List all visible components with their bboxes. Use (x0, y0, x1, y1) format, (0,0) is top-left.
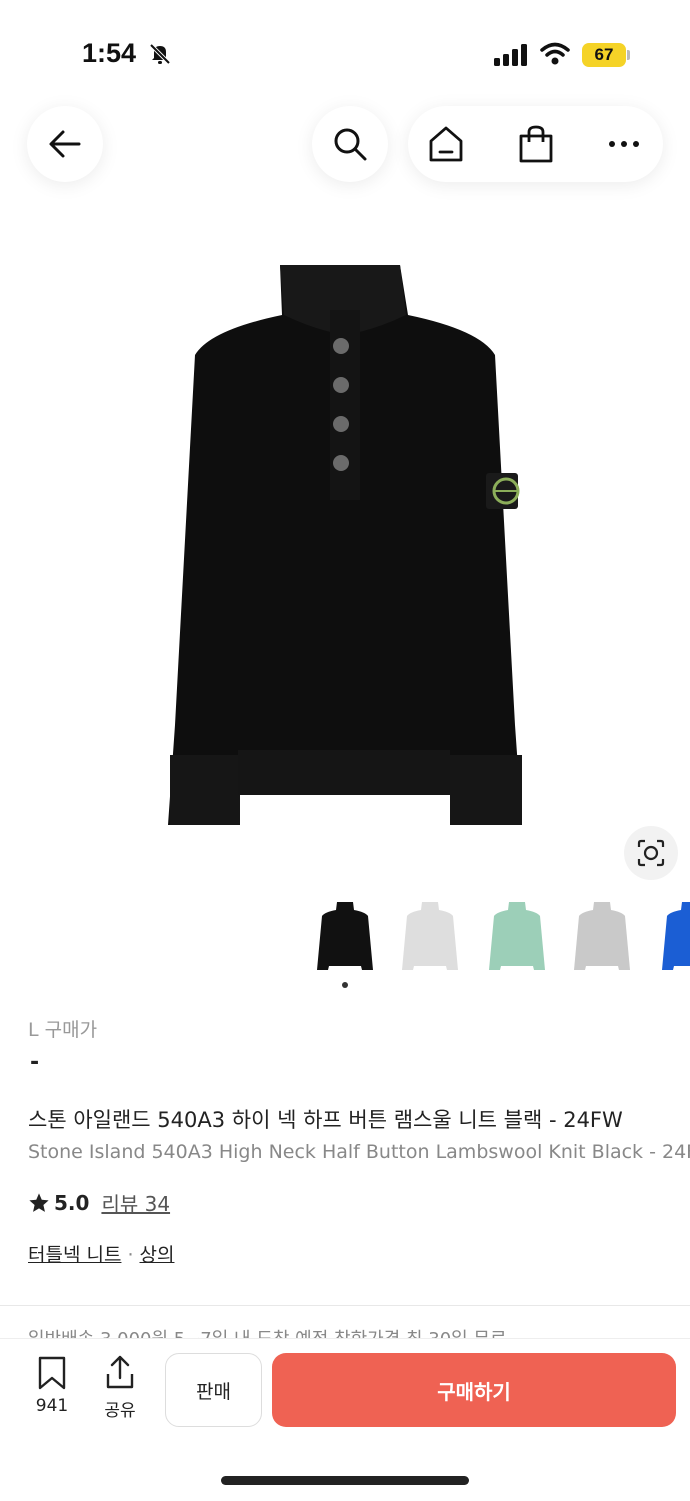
arrow-left-icon (49, 130, 81, 158)
thumbnail-5[interactable] (660, 898, 690, 974)
share-label: 공유 (104, 1401, 136, 1421)
shipping-info[interactable]: 일반배송 3,000원 5~7일 내 도착 예정 착한가격 최 30일 무료 (28, 1325, 668, 1339)
share-button[interactable]: 공유 (98, 1354, 142, 1421)
battery-cap (627, 50, 630, 60)
buy-button[interactable]: 구매하기 (272, 1353, 676, 1427)
bookmark-count: 941 (35, 1396, 69, 1416)
thumbnail-2[interactable] (400, 898, 460, 974)
home-indicator[interactable] (221, 1476, 469, 1485)
camera-search-icon (637, 839, 665, 867)
rating-row: 5.0 리뷰 34 (28, 1188, 170, 1217)
cart-button[interactable] (514, 122, 558, 166)
thumbnail-4[interactable] (572, 898, 632, 974)
search-icon (334, 128, 367, 161)
category-link-turtleneck[interactable]: 터틀넥 니트 (28, 1244, 121, 1266)
search-button[interactable] (312, 106, 388, 182)
more-icon (609, 141, 639, 147)
back-button[interactable] (27, 106, 103, 182)
category-link-top[interactable]: 상의 (140, 1244, 175, 1266)
star-icon (29, 1192, 49, 1212)
home-icon (429, 126, 463, 162)
rating-score: 5.0 (54, 1190, 90, 1215)
bell-muted-icon (149, 43, 171, 65)
more-button[interactable] (602, 122, 646, 166)
nav-actions-group (408, 106, 663, 182)
carousel-indicator-dot (342, 982, 348, 988)
thumbnail-3[interactable] (487, 898, 547, 974)
review-link[interactable]: 리뷰 34 (101, 1188, 170, 1217)
product-title-en: Stone Island 540A3 High Neck Half Button… (28, 1141, 690, 1163)
status-time: 1:54 (82, 38, 137, 68)
product-image[interactable] (150, 255, 540, 835)
bookmark-icon (38, 1356, 66, 1390)
battery-indicator: 67 (582, 43, 626, 67)
divider (0, 1305, 690, 1306)
image-search-button[interactable] (624, 826, 678, 880)
price-value: - (30, 1050, 40, 1075)
thumbnail-1[interactable] (315, 898, 375, 974)
cell-signal-icon (494, 44, 527, 66)
home-button[interactable] (424, 122, 468, 166)
share-icon (106, 1355, 134, 1389)
category-separator: · (127, 1244, 134, 1266)
sell-button[interactable]: 판매 (165, 1353, 262, 1427)
wifi-icon (540, 42, 570, 65)
bookmark-button[interactable]: 941 (30, 1356, 74, 1416)
category-breadcrumb: 터틀넥 니트 · 상의 (28, 1240, 174, 1267)
size-price-label: L 구매가 (28, 1019, 98, 1041)
shopping-bag-icon (519, 125, 553, 163)
product-title-ko: 스톤 아일랜드 540A3 하이 넥 하프 버튼 램스울 니트 블랙 - 24F… (28, 1108, 623, 1132)
